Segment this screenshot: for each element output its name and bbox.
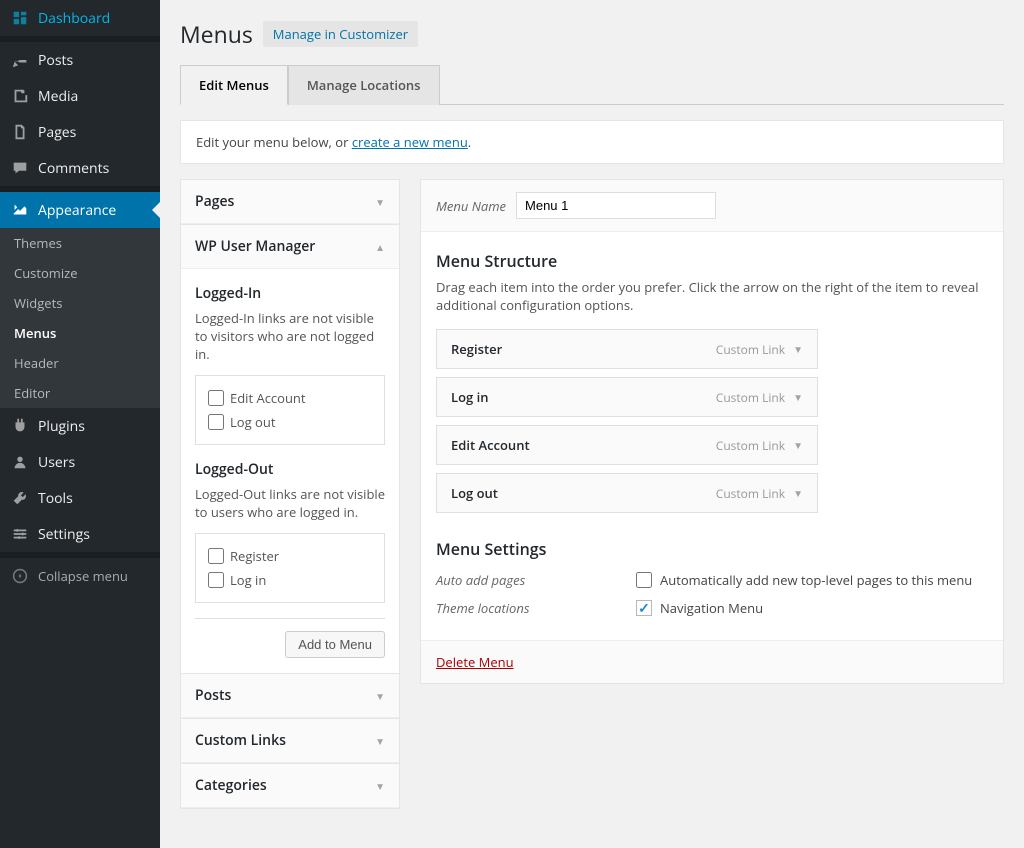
- nav-media[interactable]: Media: [0, 78, 160, 114]
- accordion-posts[interactable]: Posts ▼: [181, 674, 399, 718]
- plugins-icon: [10, 416, 30, 436]
- nav-posts[interactable]: Posts: [0, 42, 160, 78]
- nav-appearance[interactable]: Appearance: [0, 192, 160, 228]
- checkbox-edit-account[interactable]: Edit Account: [208, 386, 372, 410]
- nav-pages[interactable]: Pages: [0, 114, 160, 150]
- chevron-down-icon: ▼: [375, 779, 385, 793]
- sub-widgets[interactable]: Widgets: [0, 288, 160, 318]
- tab-manage-locations[interactable]: Manage Locations: [288, 65, 440, 105]
- appearance-submenu: Themes Customize Widgets Menus Header Ed…: [0, 228, 160, 408]
- media-icon: [10, 86, 30, 106]
- logged-out-label: Logged-Out: [195, 460, 385, 479]
- tools-icon: [10, 488, 30, 508]
- tab-edit-menus[interactable]: Edit Menus: [180, 65, 288, 105]
- delete-menu-link[interactable]: Delete Menu: [436, 653, 514, 671]
- nav-dashboard[interactable]: Dashboard: [0, 0, 160, 36]
- nav-label: Dashboard: [38, 9, 110, 28]
- settings-icon: [10, 524, 30, 544]
- menu-name-input[interactable]: [516, 192, 716, 219]
- info-bar: Edit your menu below, or create a new me…: [180, 120, 1004, 164]
- menu-settings-heading: Menu Settings: [436, 538, 988, 560]
- sub-header[interactable]: Header: [0, 348, 160, 378]
- menu-structure-heading: Menu Structure: [436, 250, 988, 272]
- sub-menus[interactable]: Menus: [0, 318, 160, 348]
- nav-tools[interactable]: Tools: [0, 480, 160, 516]
- menu-item-edit-account[interactable]: Edit Account Custom Link▼: [436, 425, 818, 465]
- chevron-down-icon[interactable]: ▼: [793, 486, 803, 500]
- theme-locations-label: Theme locations: [436, 599, 636, 617]
- nav-label: Comments: [38, 159, 109, 178]
- nav-label: Pages: [38, 123, 76, 142]
- chevron-down-icon: ▼: [375, 689, 385, 703]
- nav-label: Appearance: [38, 201, 116, 220]
- menu-tabs: Edit Menus Manage Locations: [180, 65, 1004, 105]
- collapse-menu[interactable]: Collapse menu: [0, 558, 160, 594]
- nav-label: Posts: [38, 51, 73, 70]
- chevron-down-icon[interactable]: ▼: [793, 342, 803, 356]
- sub-themes[interactable]: Themes: [0, 228, 160, 258]
- pin-icon: [10, 50, 30, 70]
- menu-item-log-out[interactable]: Log out Custom Link▼: [436, 473, 818, 513]
- menu-structure-desc: Drag each item into the order you prefer…: [436, 278, 988, 314]
- logged-in-label: Logged-In: [195, 284, 385, 303]
- chevron-down-icon[interactable]: ▼: [793, 438, 803, 452]
- appearance-icon: [10, 200, 30, 220]
- main-content: Menus Manage in Customizer Edit Menus Ma…: [160, 0, 1024, 848]
- add-to-menu-button[interactable]: Add to Menu: [285, 631, 385, 658]
- nav-label: Plugins: [38, 417, 85, 436]
- users-icon: [10, 452, 30, 472]
- menu-item-register[interactable]: Register Custom Link▼: [436, 329, 818, 369]
- page-title: Menus Manage in Customizer: [180, 18, 1004, 50]
- sub-customize[interactable]: Customize: [0, 258, 160, 288]
- accordion-pages[interactable]: Pages ▼: [181, 180, 399, 224]
- pages-icon: [10, 122, 30, 142]
- menu-edit-panel: Menu Name Menu Structure Drag each item …: [420, 179, 1004, 684]
- chevron-down-icon: ▼: [375, 195, 385, 209]
- accordion-column: Pages ▼ WP User Manager ▲ Logged-In Logg…: [180, 179, 400, 808]
- auto-add-pages-checkbox[interactable]: [636, 572, 652, 588]
- nav-comments[interactable]: Comments: [0, 150, 160, 186]
- logged-out-desc: Logged-Out links are not visible to user…: [195, 485, 385, 521]
- nav-users[interactable]: Users: [0, 444, 160, 480]
- sub-editor[interactable]: Editor: [0, 378, 160, 408]
- collapse-icon: [10, 566, 30, 586]
- nav-settings[interactable]: Settings: [0, 516, 160, 552]
- dashboard-icon: [10, 8, 30, 28]
- nav-label: Tools: [38, 489, 73, 508]
- manage-in-customizer-link[interactable]: Manage in Customizer: [263, 21, 418, 47]
- admin-sidebar: Dashboard Posts Media Pages Comments App…: [0, 0, 160, 848]
- collapse-label: Collapse menu: [38, 567, 128, 585]
- nav-plugins[interactable]: Plugins: [0, 408, 160, 444]
- nav-label: Users: [38, 453, 75, 472]
- checkbox-register[interactable]: Register: [208, 544, 372, 568]
- create-menu-link[interactable]: create a new menu: [352, 133, 468, 151]
- accordion-wp-user-manager[interactable]: WP User Manager ▲: [181, 225, 399, 269]
- chevron-down-icon: ▼: [375, 734, 385, 748]
- checkbox-log-out[interactable]: Log out: [208, 410, 372, 434]
- menu-name-label: Menu Name: [436, 197, 506, 215]
- navigation-menu-checkbox[interactable]: ✓: [636, 600, 652, 616]
- accordion-custom-links[interactable]: Custom Links ▼: [181, 719, 399, 763]
- accordion-categories[interactable]: Categories ▼: [181, 764, 399, 808]
- chevron-down-icon[interactable]: ▼: [793, 390, 803, 404]
- menu-item-log-in[interactable]: Log in Custom Link▼: [436, 377, 818, 417]
- checkbox-log-in[interactable]: Log in: [208, 568, 372, 592]
- nav-label: Settings: [38, 525, 90, 544]
- chevron-up-icon: ▲: [375, 240, 385, 254]
- logged-in-desc: Logged-In links are not visible to visit…: [195, 309, 385, 363]
- auto-add-pages-label: Auto add pages: [436, 571, 636, 589]
- nav-label: Media: [38, 87, 78, 106]
- comments-icon: [10, 158, 30, 178]
